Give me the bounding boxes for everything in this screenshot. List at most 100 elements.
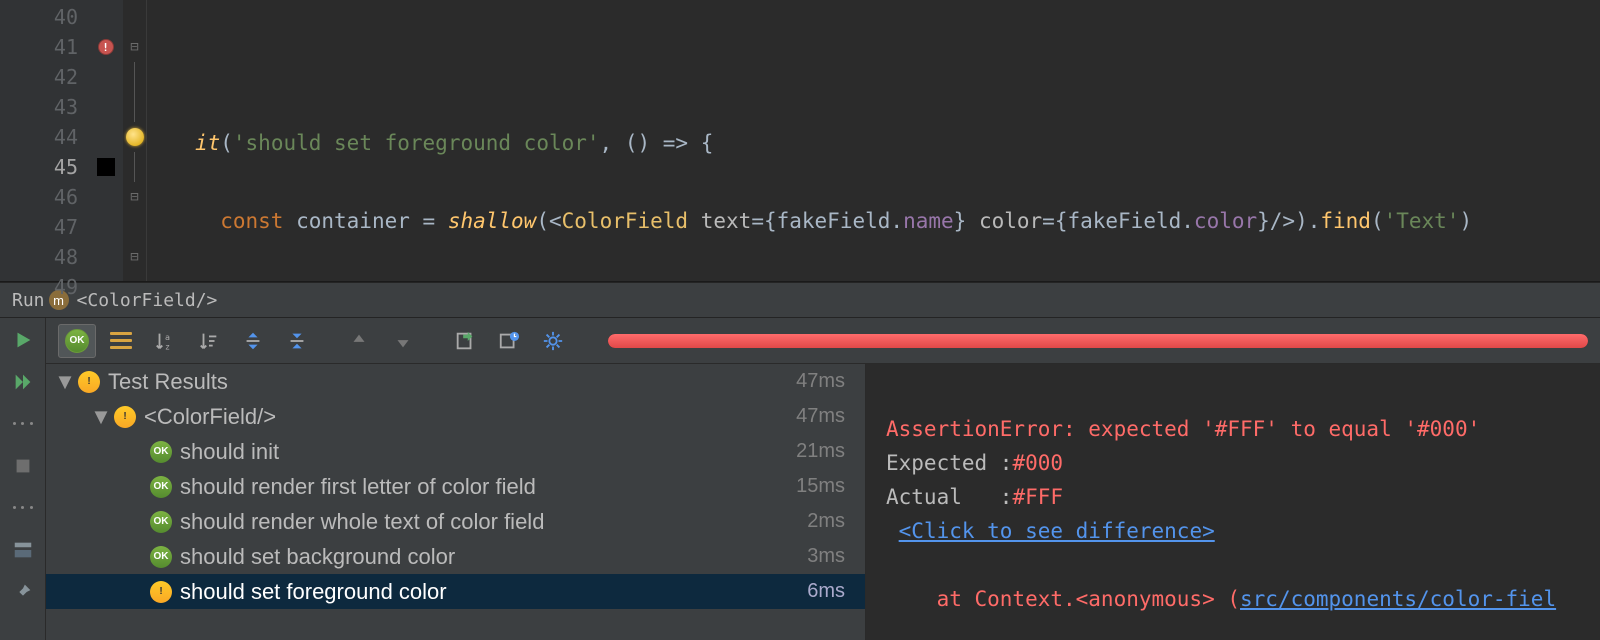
rerun-failed-button[interactable] bbox=[9, 368, 37, 396]
test-warn-icon: ! bbox=[150, 581, 172, 603]
line-number: 42 bbox=[0, 62, 88, 92]
more-actions[interactable] bbox=[9, 410, 37, 438]
test-label: should set background color bbox=[180, 544, 807, 570]
history-button[interactable] bbox=[490, 324, 528, 358]
intention-bulb-icon[interactable] bbox=[126, 128, 144, 146]
test-label: should set foreground color bbox=[180, 579, 807, 605]
bookmark-icon[interactable] bbox=[97, 158, 115, 176]
line-number: 49 bbox=[0, 272, 88, 302]
svg-text:z: z bbox=[165, 341, 170, 351]
code-token: , () => { bbox=[600, 131, 714, 155]
code-editor[interactable]: 40 41 42 43 44 45 46 47 48 49 ! ⊟ ⊟ ⊟ bbox=[0, 0, 1600, 282]
test-pass-icon: OK bbox=[150, 441, 172, 463]
prev-failed-button[interactable] bbox=[340, 324, 378, 358]
actual-value: #FFF bbox=[1012, 485, 1063, 509]
fold-gutter: ⊟ ⊟ ⊟ bbox=[123, 0, 147, 281]
collapse-icon[interactable]: ▼ bbox=[56, 369, 74, 395]
test-duration: 47ms bbox=[796, 370, 865, 393]
code-token: find bbox=[1320, 209, 1371, 233]
stack-text: at Context.<anonymous> ( bbox=[886, 587, 1240, 611]
error-marker-icon[interactable]: ! bbox=[98, 39, 114, 55]
test-tree-item[interactable]: OKshould render whole text of color fiel… bbox=[46, 504, 865, 539]
actual-label: Actual : bbox=[886, 485, 1012, 509]
test-tree-item[interactable]: ▼! Test Results47ms bbox=[46, 364, 865, 399]
code-token: color bbox=[979, 209, 1042, 233]
settings-button[interactable] bbox=[534, 324, 572, 358]
line-number-gutter: 40 41 42 43 44 45 46 47 48 49 bbox=[0, 0, 88, 281]
test-warn-icon: ! bbox=[114, 406, 136, 428]
test-pass-icon: OK bbox=[150, 476, 172, 498]
show-ignored-button[interactable] bbox=[102, 324, 140, 358]
export-button[interactable] bbox=[446, 324, 484, 358]
fold-start-icon[interactable]: ⊟ bbox=[123, 32, 146, 62]
fold-end-icon[interactable]: ⊟ bbox=[123, 242, 146, 272]
collapse-icon[interactable]: ▼ bbox=[92, 404, 110, 430]
code-keyword: const bbox=[220, 209, 283, 233]
pin-button[interactable] bbox=[9, 578, 37, 606]
code-token: text bbox=[701, 209, 752, 233]
test-duration: 3ms bbox=[807, 545, 865, 568]
error-message: AssertionError: expected '#FFF' to equal… bbox=[886, 417, 1480, 441]
sort-alpha-button[interactable]: az bbox=[146, 324, 184, 358]
collapse-all-button[interactable] bbox=[278, 324, 316, 358]
test-warn-icon: ! bbox=[78, 371, 100, 393]
run-tool-window-header[interactable]: Run m <ColorField/> bbox=[0, 282, 1600, 318]
run-panel: OK az ▼! Test Results47ms ▼! <ColorField/>4… bbox=[0, 318, 1600, 640]
run-sidebar bbox=[0, 318, 46, 640]
ok-icon: OK bbox=[65, 329, 89, 353]
test-tree-item[interactable]: ▼! <ColorField/>47ms bbox=[46, 399, 865, 434]
expand-all-button[interactable] bbox=[234, 324, 272, 358]
code-area[interactable]: it('should set foreground color', () => … bbox=[147, 0, 1600, 281]
line-number: 43 bbox=[0, 92, 88, 122]
test-label: should render whole text of color field bbox=[180, 509, 807, 535]
stack-file-link[interactable]: src/components/color-fiel bbox=[1240, 587, 1556, 611]
code-token: fakeField bbox=[1067, 209, 1181, 233]
code-token: = bbox=[410, 209, 448, 233]
code-token: name bbox=[903, 209, 954, 233]
expected-value: #000 bbox=[1012, 451, 1063, 475]
code-string: 'should set foreground color' bbox=[233, 131, 600, 155]
code-token: color bbox=[1194, 209, 1257, 233]
test-tree-item[interactable]: OK should set background color3ms bbox=[46, 539, 865, 574]
test-duration: 6ms bbox=[807, 580, 865, 603]
test-label: <ColorField/> bbox=[144, 404, 796, 430]
test-pass-icon: OK bbox=[150, 546, 172, 568]
run-config-name: <ColorField/> bbox=[77, 290, 218, 311]
stop-button[interactable] bbox=[9, 452, 37, 480]
code-token: shallow bbox=[448, 209, 537, 233]
diff-link[interactable]: <Click to see difference> bbox=[899, 519, 1215, 543]
test-tree[interactable]: ▼!Test Results47ms▼!<ColorField/>47msOKs… bbox=[46, 364, 866, 640]
test-duration: 15ms bbox=[796, 475, 865, 498]
layout-button[interactable] bbox=[9, 536, 37, 564]
code-string: 'Text' bbox=[1384, 209, 1460, 233]
gutter-markers: ! bbox=[88, 0, 123, 281]
expected-label: Expected : bbox=[886, 451, 1012, 475]
line-number: 48 bbox=[0, 242, 88, 272]
line-number: 47 bbox=[0, 212, 88, 242]
test-console[interactable]: AssertionError: expected '#FFF' to equal… bbox=[866, 364, 1600, 640]
test-tree-item[interactable]: OK should render first letter of color fi… bbox=[46, 469, 865, 504]
code-token: fakeField bbox=[777, 209, 891, 233]
test-tree-item[interactable]: ! should set foreground color6ms bbox=[46, 574, 865, 609]
test-label: should render first letter of color fiel… bbox=[180, 474, 796, 500]
line-number: 40 bbox=[0, 2, 88, 32]
test-label: Test Results bbox=[108, 369, 796, 395]
next-failed-button[interactable] bbox=[384, 324, 422, 358]
code-token: container bbox=[296, 209, 410, 233]
show-passed-button[interactable]: OK bbox=[58, 324, 96, 358]
run-button[interactable] bbox=[9, 326, 37, 354]
test-toolbar: OK az bbox=[46, 318, 1600, 364]
test-label: should init bbox=[180, 439, 796, 465]
line-number: 41 bbox=[0, 32, 88, 62]
line-number: 44 bbox=[0, 122, 88, 152]
more-actions[interactable] bbox=[9, 494, 37, 522]
test-tree-item[interactable]: OKshould init21ms bbox=[46, 434, 865, 469]
test-duration: 47ms bbox=[796, 405, 865, 428]
code-token: ColorField bbox=[562, 209, 688, 233]
test-progress-bar bbox=[608, 334, 1588, 348]
line-number: 46 bbox=[0, 182, 88, 212]
fold-end-icon[interactable]: ⊟ bbox=[123, 182, 146, 212]
code-token: it bbox=[195, 131, 220, 155]
sort-duration-button[interactable] bbox=[190, 324, 228, 358]
test-duration: 2ms bbox=[807, 510, 865, 533]
